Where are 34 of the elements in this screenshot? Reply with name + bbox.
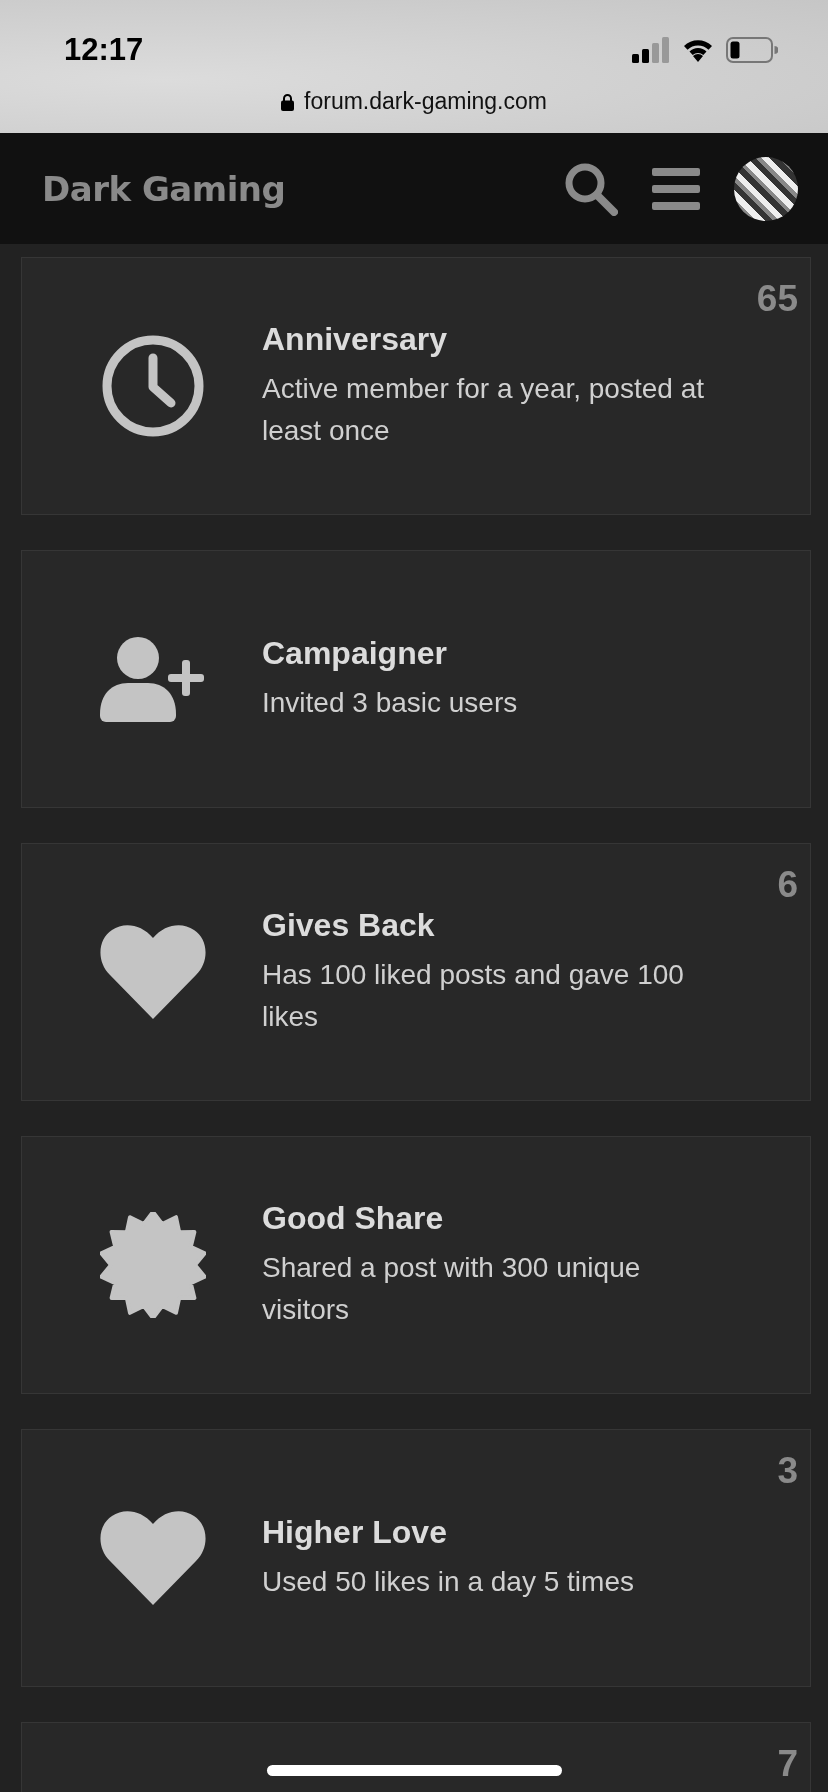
heart-icon (100, 925, 206, 1019)
badge-card[interactable]: 7 (21, 1722, 811, 1792)
status-time: 12:17 (64, 32, 144, 68)
badge-count: 3 (777, 1450, 798, 1492)
badge-count: 65 (756, 278, 798, 320)
heart-icon (100, 1511, 206, 1605)
badge-description: Active member for a year, posted at least once (262, 371, 705, 448)
search-icon[interactable] (564, 161, 618, 216)
badge-count: 6 (777, 864, 798, 906)
badge-title: Gives Back (262, 906, 436, 944)
badge-card[interactable]: Good Share Shared a post with 300 unique visitors (21, 1136, 811, 1394)
user-plus-icon (100, 636, 206, 722)
menu-icon[interactable] (652, 167, 700, 210)
signal-icon (632, 37, 670, 63)
badge-card[interactable]: Campaigner Invited 3 basic users (21, 550, 811, 808)
lock-icon (281, 92, 295, 111)
badge-card[interactable]: Higher Love Used 50 likes in a day 5 times 3 (21, 1429, 811, 1687)
badge-count: 7 (777, 1743, 798, 1785)
badge-title: Good Share (262, 1199, 445, 1237)
starburst-icon (100, 1212, 206, 1318)
clock-icon (101, 334, 205, 438)
badge-card[interactable]: Gives Back Has 100 liked posts and gave 100 likes 6 (21, 843, 811, 1101)
badge-description: Used 50 likes in a day 5 times (262, 1564, 634, 1599)
wifi-icon (682, 38, 714, 62)
badge-description: Shared a post with 300 unique visitors (262, 1250, 642, 1327)
battery-icon (726, 37, 778, 63)
badge-description: Invited 3 basic users (262, 685, 518, 720)
badge-title: Campaigner (262, 634, 448, 672)
url-text[interactable]: forum.dark-gaming.com (304, 88, 547, 115)
badge-title: Anniversary (262, 320, 448, 358)
badge-card[interactable]: Anniversary Active member for a year, posted at least once 65 (21, 257, 811, 515)
badge-title: Higher Love (262, 1513, 448, 1551)
badge-description: Has 100 liked posts and gave 100 likes (262, 957, 685, 1034)
site-title[interactable]: Dark Gaming (42, 168, 286, 209)
